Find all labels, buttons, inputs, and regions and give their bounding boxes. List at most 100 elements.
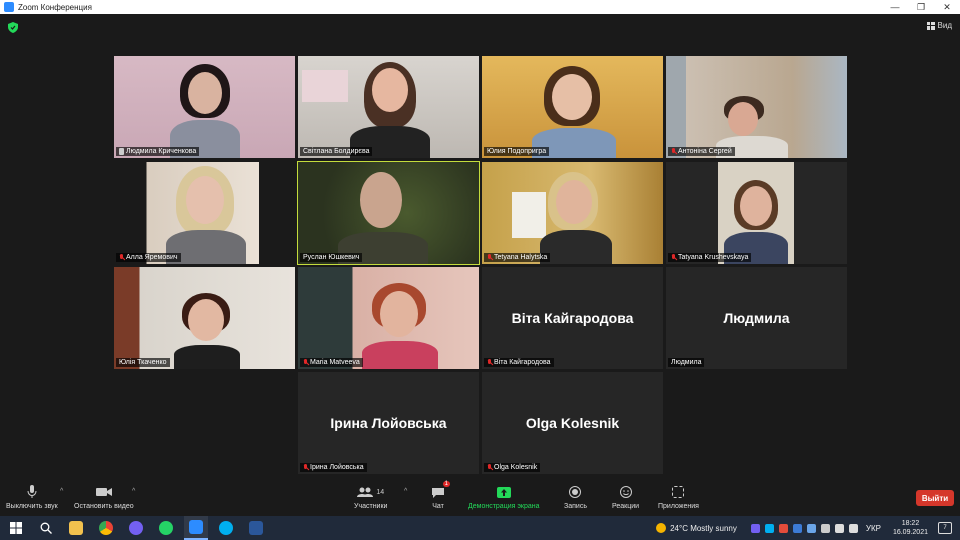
participant-tile[interactable]: Юлия Подопригра: [482, 56, 663, 158]
volume-icon[interactable]: [848, 523, 858, 533]
participant-display-name: Віта Кайгародова: [511, 310, 634, 326]
participant-tile[interactable]: Людмила Криченкова: [114, 56, 295, 158]
cloud-icon[interactable]: [806, 523, 816, 533]
curtain-left: [666, 56, 686, 158]
word-icon[interactable]: [244, 516, 268, 540]
participant-name-label: Людмила: [668, 358, 705, 367]
search-icon[interactable]: [34, 516, 58, 540]
close-button[interactable]: ✕: [934, 0, 960, 14]
chat-icon: [432, 487, 444, 498]
language-indicator[interactable]: УКР: [866, 524, 881, 533]
mute-label: Выключить звук: [6, 503, 58, 510]
smiley-icon: [619, 486, 632, 498]
chrome-icon[interactable]: [94, 516, 118, 540]
participant-tile[interactable]: Віта Кайгародова Віта Кайгародова: [482, 267, 663, 369]
zoom-taskbar-icon[interactable]: [184, 516, 208, 540]
participant-name-label: Антоніна Сергей: [668, 147, 735, 156]
participants-count: 14: [376, 488, 385, 496]
active-speaker-tile[interactable]: Руслан Юшкевич: [297, 161, 480, 265]
share-screen-label: Демонстрация экрана: [468, 503, 540, 510]
wifi-icon[interactable]: [834, 523, 844, 533]
mic-muted-icon: [671, 254, 676, 261]
participant-display-name: Olga Kolesnik: [525, 415, 620, 431]
viber-icon[interactable]: [124, 516, 148, 540]
record-button[interactable]: Запись: [564, 484, 587, 510]
notifications-icon[interactable]: 7: [938, 522, 952, 534]
body-shape: [362, 341, 438, 369]
participant-tile[interactable]: Світлана Болдирєва: [298, 56, 479, 158]
chat-badge: 1: [442, 481, 450, 487]
mic-muted-icon: [119, 254, 124, 261]
chat-label: Чат: [432, 503, 444, 510]
face-shape: [186, 176, 224, 224]
participant-tile[interactable]: Ірина Лойовська Ірина Лойовська: [298, 372, 479, 474]
participant-tile[interactable]: Olga Kolesnik Olga Kolesnik: [482, 372, 663, 474]
video-options-caret[interactable]: ^: [132, 488, 135, 495]
antivirus-tray-icon[interactable]: [778, 523, 788, 533]
participant-tile[interactable]: Maria Matveeva: [298, 267, 479, 369]
face-shape: [728, 102, 758, 136]
video-camera-icon: [95, 488, 112, 496]
participant-name-label: Tetyana Halytska: [484, 253, 551, 262]
skype-tray-icon[interactable]: [764, 523, 774, 533]
participant-tile[interactable]: Алла Яремович: [114, 162, 295, 264]
participant-display-name: Людмила: [723, 310, 790, 326]
view-label: Вид: [937, 21, 952, 30]
participant-tile[interactable]: Юлія Ткаченко: [114, 267, 295, 369]
participant-name-label: Світлана Болдирєва: [300, 147, 373, 156]
viber-tray-icon[interactable]: [750, 523, 760, 533]
record-icon: [569, 486, 582, 498]
zoom-app-icon: [4, 2, 14, 12]
view-button[interactable]: Вид: [926, 21, 952, 30]
participant-display-name: Ірина Лойовська: [330, 415, 447, 431]
mic-muted-icon: [303, 359, 308, 366]
stop-video-button[interactable]: Остановить видео: [74, 484, 134, 510]
minimize-button[interactable]: —: [882, 0, 908, 14]
share-screen-icon: [496, 486, 511, 498]
bluetooth-icon[interactable]: [792, 523, 802, 533]
leave-meeting-button[interactable]: Выйти: [916, 490, 954, 506]
sun-icon: [656, 523, 667, 533]
meeting-area: Вид Людмила Криченкова Світлана Болдирєв…: [0, 14, 960, 482]
reactions-button[interactable]: Реакции: [612, 484, 639, 510]
window-titlebar: Zoom Конференция — ❐ ✕: [0, 0, 960, 14]
shield-icon[interactable]: [8, 22, 18, 33]
chat-button[interactable]: 1 Чат: [432, 481, 450, 510]
mute-button[interactable]: Выключить звук: [6, 484, 58, 510]
skype-icon[interactable]: [214, 516, 238, 540]
participant-tile[interactable]: Tetyana Halytska: [482, 162, 663, 264]
participant-name-label: Maria Matveeva: [300, 358, 363, 367]
participants-button[interactable]: 14 Участники: [354, 484, 387, 510]
weather-widget[interactable]: 24°C Mostly sunny: [656, 523, 737, 533]
participant-name-label: Руслан Юшкевич: [300, 253, 363, 262]
body-shape: [174, 345, 240, 369]
face-shape: [188, 72, 222, 114]
clock[interactable]: 18:22 16.09.2021: [893, 519, 928, 537]
share-screen-button[interactable]: Демонстрация экрана: [468, 484, 540, 510]
apps-button[interactable]: Приложения: [658, 484, 699, 510]
apps-label: Приложения: [658, 503, 699, 510]
participants-icon: [357, 487, 374, 497]
participants-options-caret[interactable]: ^: [404, 488, 407, 495]
restore-button[interactable]: ❐: [908, 0, 934, 14]
audio-options-caret[interactable]: ^: [60, 488, 63, 495]
clock-date: 16.09.2021: [892, 529, 928, 536]
mic-muted-icon: [487, 359, 492, 366]
participant-tile[interactable]: Антоніна Сергей: [666, 56, 847, 158]
face-shape: [552, 74, 592, 120]
windows-start-icon[interactable]: [4, 516, 28, 540]
whatsapp-icon[interactable]: [154, 516, 178, 540]
grid-icon: [926, 21, 935, 30]
mic-muted-icon: [303, 464, 308, 471]
microphone-icon: [27, 485, 37, 498]
window-bg: [512, 192, 546, 238]
participants-label: Участники: [354, 503, 388, 510]
participant-tile[interactable]: Tatyana Krushevskaya: [666, 162, 847, 264]
participant-tile[interactable]: Людмила Людмила: [666, 267, 847, 369]
file-explorer-icon[interactable]: [64, 516, 88, 540]
windows-taskbar: 24°C Mostly sunny УКР 18:22 16.09.2021 7: [0, 516, 960, 540]
face-shape: [380, 291, 418, 337]
apps-icon: [672, 486, 685, 498]
battery-icon[interactable]: [820, 523, 830, 533]
participant-name-label: Юлия Подопригра: [484, 147, 550, 156]
